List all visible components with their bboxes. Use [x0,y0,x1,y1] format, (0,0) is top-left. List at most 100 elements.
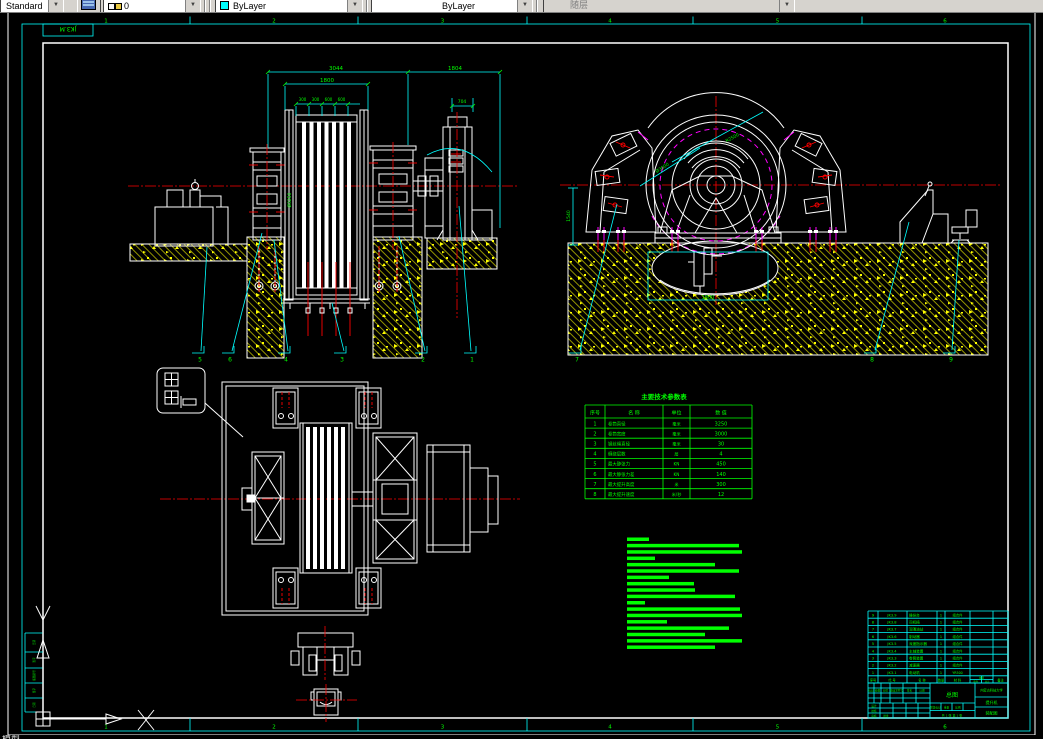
model-tab[interactable]: 模型 [2,735,20,739]
part-name: 卷筒装置 [909,656,924,661]
part-no: 4 [872,648,875,653]
titleblock-title2: 装配图 [986,710,998,716]
drum [283,109,370,336]
part-material: 组合件 [953,663,964,668]
part-name: 深度指示器 [909,641,927,646]
parts-header: 备注 [997,677,1004,682]
note-line [627,607,740,611]
part-no: 8 [872,620,875,625]
spec-cell-unit: KN [674,472,680,477]
spec-cell-name: 最大静张力差 [608,471,635,478]
margin-cell-label: 日期 [32,702,36,708]
style-combo[interactable]: Standard ▼ [0,0,64,12]
part-material: 组合件 [953,620,964,625]
notes-block [627,537,742,649]
zone-number-top: 3 [441,19,445,25]
titleblock-org: 内蒙古科技大学 [980,688,1002,693]
part-material: YR500 [952,671,963,675]
chevron-down-icon[interactable]: ▼ [517,0,532,12]
spec-cell-no: 4 [593,452,596,458]
plotstyle-combo[interactable]: 随层 ▼ [543,0,795,12]
bearing-pedestal-right [369,142,417,250]
dim-text: 300 [299,97,307,102]
titleblock-label: 日期 [919,689,925,693]
titleblock-drawing-code: 总图 [946,691,958,699]
spec-cell-name: 最大静张力 [608,461,630,468]
balloon-number: 8 [870,357,874,364]
note-line [627,575,669,580]
chevron-down-icon[interactable]: ▼ [48,0,63,12]
part-qty: 1 [940,641,943,646]
part-no: 9 [872,612,875,617]
dim-text: Ø3250 [286,192,293,207]
titleblock-label: 重量 [944,706,950,710]
spec-cell-value: 4 [719,452,722,458]
part-no: 7 [872,627,875,632]
zone-number-top: 2 [272,19,276,25]
front-dimensions: 3044 1804 1800 300 300 600 600 704 Ø3250 [265,66,503,228]
spec-cell-no: 5 [593,462,596,468]
part-qty: 1 [940,612,943,617]
titleblock-label: 签名 [907,689,913,693]
spec-cell-name: 最大提升速度 [608,491,635,498]
spec-cell-no: 1 [593,421,596,427]
ucs-icon [35,605,155,731]
note-line [627,537,649,541]
chevron-down-icon[interactable]: ▼ [185,0,200,12]
gearbox-motor [413,112,493,318]
statusbar: 模型 [0,735,1043,739]
chevron-down-icon[interactable]: ▼ [347,0,362,12]
side-view [560,92,1002,256]
spec-cell-name: 钢丝绳直径 [608,441,631,448]
layer-manager-button[interactable] [77,0,101,12]
plotstyle-combo-value: 随层 [570,0,589,10]
part-material: 组合件 [953,656,964,661]
chevron-down-icon[interactable]: ▼ [779,0,794,12]
spec-table: 序号名 称单位数 值1 卷筒直径 毫米 32502 卷筒宽度 毫米 30003 钢丝绳直径 毫米… [584,404,753,500]
color-combo[interactable]: ByLayer ▼ [215,0,363,12]
drawing-canvas[interactable]: JK3.M 112233445566 日期签字底图总号签字日期 3044 180… [0,0,1043,739]
zone-number-bottom: 3 [441,725,445,731]
balloon-number: 6 [228,357,232,364]
part-code: JK3.8 [886,621,897,625]
title-block: 总图 内蒙古科技大学 提升机 装配图 共 1 张 第 1 张 标记 处数 分区 更改文… [867,682,1009,719]
zone-number-bottom: 1 [104,725,108,731]
part-qty: 1 [940,620,943,625]
spec-table-title: 主要技术参数表 [641,392,687,401]
part-material: 组合件 [953,627,964,632]
titleblock-label: 批准 [883,714,889,718]
balloon-hook [334,346,347,354]
spec-cell-name: 卷筒直径 [608,420,626,427]
spec-cell-value: 450 [716,462,726,468]
part-code: JK3.3 [886,657,896,661]
part-name: 减速器 [909,663,920,668]
titleblock-label: 校核 [871,709,877,713]
spec-header: 名 称 [628,410,640,417]
note-line [627,569,739,573]
dim-text: 704 [458,99,467,105]
part-code: JK3.1 [886,671,896,675]
operator-console [899,181,978,244]
layer-combo[interactable]: 0 ▼ [103,0,201,12]
part-material: 组合件 [953,612,964,617]
zone-number-bottom: 6 [943,725,947,731]
titleblock-sheet: 共 1 张 第 1 张 [942,713,963,718]
titleblock-label: 更改文件号 [890,689,903,693]
part-qty: 1 [940,670,943,675]
spec-cell-unit: 毫米 [672,441,681,448]
spec-cell-value: 300 [716,482,726,488]
front-view [128,109,518,336]
part-material: 组合件 [953,634,964,639]
linetype-combo[interactable]: ByLayer ▼ [371,0,533,12]
balloon-number: 7 [575,357,579,364]
spec-header: 序号 [590,410,600,417]
titleblock-label: 处数 [875,689,881,693]
part-name: 操纵台 [909,612,920,617]
part-no: 1 [872,670,875,675]
dim-text: 600 [325,97,333,102]
zone-number-bottom: 4 [608,725,612,731]
color-swatch-icon [220,1,229,10]
balloon-hook [192,346,205,354]
part-code: JK3.5 [886,642,896,646]
titleblock-title1: 提升机 [986,699,998,705]
